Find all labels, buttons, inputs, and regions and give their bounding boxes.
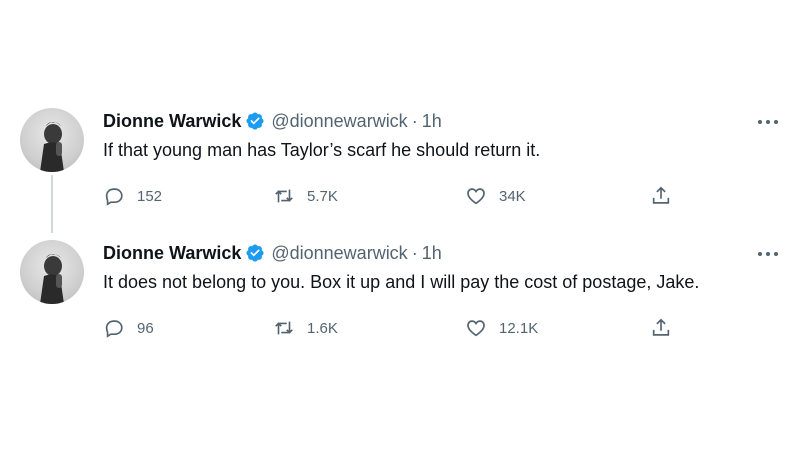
- reply-button[interactable]: 96: [103, 316, 154, 340]
- verified-badge-icon: [246, 112, 264, 130]
- tweet-text: It does not belong to you. Box it up and…: [103, 272, 700, 292]
- like-count: 12.1K: [499, 319, 539, 337]
- reply-icon: [105, 188, 123, 206]
- author-name[interactable]: Dionne Warwick: [103, 110, 241, 132]
- author-name[interactable]: Dionne Warwick: [103, 242, 241, 264]
- reply-button[interactable]: 152: [103, 184, 162, 208]
- reply-count: 152: [137, 187, 163, 205]
- tweet-actions: 152 5.7K 34K: [0, 184, 800, 208]
- retweet-button[interactable]: 1.6K: [273, 316, 338, 340]
- retweet-count: 5.7K: [307, 187, 338, 205]
- more-icon[interactable]: [756, 116, 780, 128]
- share-icon: [652, 186, 670, 204]
- retweet-button[interactable]: 5.7K: [273, 184, 338, 208]
- separator-dot: ·: [411, 243, 418, 263]
- tweet-header: Dionne Warwick @dionnewarwick · 1h: [103, 110, 442, 132]
- reply-count: 96: [137, 319, 154, 337]
- timestamp[interactable]: 1h: [422, 242, 442, 264]
- tweet-text: If that young man has Taylor’s scarf he …: [103, 140, 541, 160]
- avatar[interactable]: [20, 108, 84, 172]
- verified-badge-icon: [246, 244, 264, 262]
- like-button[interactable]: 34K: [465, 184, 526, 208]
- tweet-header: Dionne Warwick @dionnewarwick · 1h: [103, 242, 442, 264]
- tweet-actions: 96 1.6K 12.1K: [0, 316, 800, 340]
- heart-icon: [467, 188, 485, 205]
- retweet-count: 1.6K: [307, 319, 338, 337]
- reply-icon: [105, 320, 123, 338]
- more-icon[interactable]: [756, 248, 780, 260]
- retweet-icon: [275, 189, 293, 203]
- author-handle[interactable]: @dionnewarwick: [271, 242, 407, 264]
- avatar[interactable]: [20, 240, 84, 304]
- heart-icon: [467, 320, 485, 337]
- author-handle[interactable]: @dionnewarwick: [271, 110, 407, 132]
- share-button[interactable]: [650, 316, 672, 340]
- separator-dot: ·: [411, 111, 418, 131]
- retweet-icon: [275, 321, 293, 335]
- tweet-1[interactable]: Dionne Warwick @dionnewarwick · 1h If th…: [0, 100, 800, 210]
- share-icon: [652, 318, 670, 336]
- like-button[interactable]: 12.1K: [465, 316, 538, 340]
- like-count: 34K: [499, 187, 526, 205]
- tweet-2[interactable]: Dionne Warwick @dionnewarwick · 1h It do…: [0, 232, 800, 342]
- share-button[interactable]: [650, 184, 672, 208]
- timestamp[interactable]: 1h: [422, 110, 442, 132]
